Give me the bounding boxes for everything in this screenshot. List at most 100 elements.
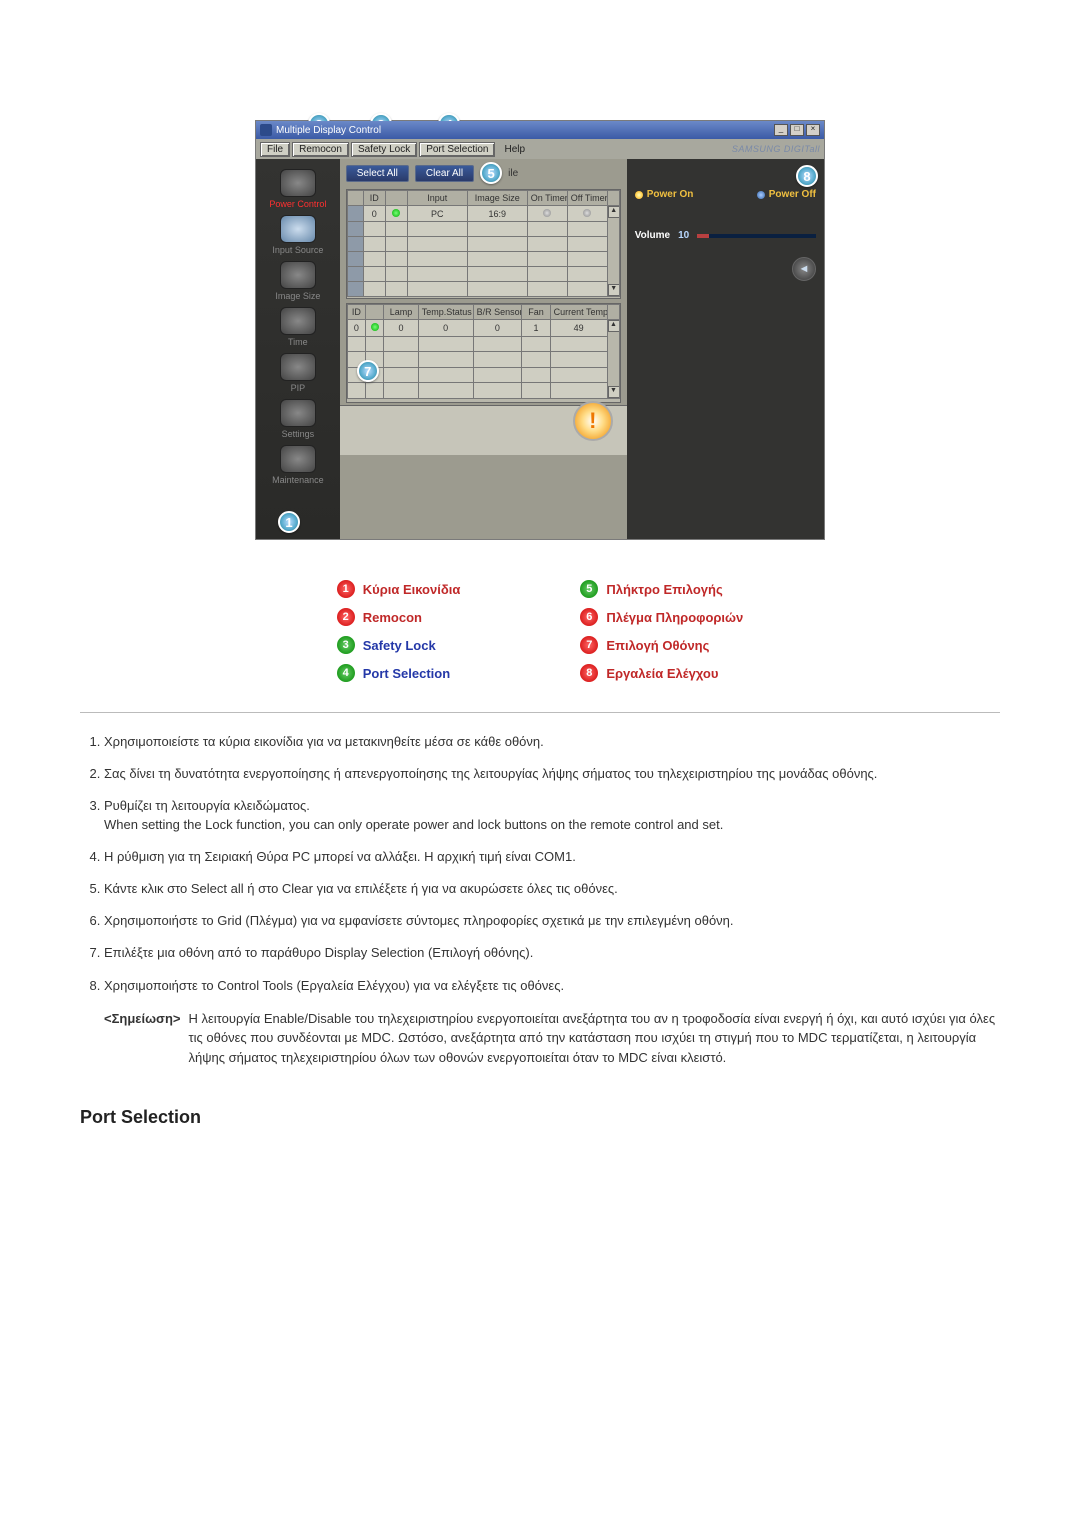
select-all-button[interactable]: Select All <box>346 165 409 182</box>
note-1: Χρησιμοποιείστε τα κύρια εικονίδια για ν… <box>104 733 1000 751</box>
volume-value: 10 <box>678 230 689 241</box>
g1-id: 0 <box>363 206 385 222</box>
sidebar-time[interactable]: Time <box>263 307 333 347</box>
legend-badge-4: 4 <box>337 664 355 682</box>
g1-h-on: On Timer <box>527 191 567 206</box>
g1-ontimer <box>527 206 567 222</box>
g1-h-chk <box>347 191 363 206</box>
legend-badge-1: 1 <box>337 580 355 598</box>
sidebar-power-control[interactable]: Power Control <box>263 169 333 209</box>
power-off-button[interactable]: Power Off <box>757 189 816 200</box>
volume-label: Volume <box>635 230 670 241</box>
g1-h-id: ID <box>363 191 385 206</box>
titlebar: Multiple Display Control _ □ × <box>256 121 824 139</box>
legend-badge-5: 5 <box>580 580 598 598</box>
menu-remocon[interactable]: Remocon <box>292 142 349 157</box>
g2-fan: 1 <box>522 320 550 337</box>
menu-file[interactable]: File <box>260 142 290 157</box>
note-key: <Σημείωση> <box>104 1009 180 1068</box>
power-off-label: Power Off <box>769 189 816 200</box>
g1-status <box>385 206 407 222</box>
grid-bottom: ID Lamp Temp.Status B/R Sensor Fan Curre… <box>346 303 621 403</box>
g2-row-0[interactable]: 0 0 0 0 1 49 ▲ <box>347 320 619 337</box>
sidebar: Power Control Input Source Image Size Ti… <box>256 159 340 539</box>
power-on-dot <box>635 191 643 199</box>
time-icon <box>280 307 316 335</box>
g1-offtimer <box>567 206 607 222</box>
legend-label-3: Safety Lock <box>363 638 436 653</box>
menu-help[interactable]: Help <box>497 142 532 157</box>
grid-top: ID Input Image Size On Timer Off Timer <box>346 189 621 299</box>
note-3a: Ρυθμίζει τη λειτουργία κλειδώματος. <box>104 798 310 813</box>
g1-h-off: Off Timer <box>567 191 607 206</box>
callout-7: 7 <box>357 360 379 382</box>
scrollbar-2[interactable]: ▲ ▼ <box>608 320 620 398</box>
power-on-label: Power On <box>647 189 694 200</box>
legend-item-5: 5 Πλήκτρο Επιλογής <box>580 580 743 598</box>
volume-slider[interactable] <box>697 234 816 238</box>
note-3: Ρυθμίζει τη λειτουργία κλειδώματος. When… <box>104 797 1000 833</box>
sidebar-settings[interactable]: Settings <box>263 399 333 439</box>
legend-label-1: Κύρια Εικονίδια <box>363 582 461 597</box>
g2-h-lamp: Lamp <box>384 305 419 320</box>
scrollbar[interactable]: ▲ ▼ <box>608 206 620 296</box>
toolbar-suffix: ile <box>508 168 518 179</box>
footer-bar <box>340 405 627 455</box>
menubar: File Remocon Safety Lock Port Selection … <box>256 139 824 159</box>
sidebar-image-size[interactable]: Image Size <box>263 261 333 301</box>
legend-badge-3: 3 <box>337 636 355 654</box>
warning-icon <box>573 401 613 441</box>
legend-item-8: 8 Εργαλεία Ελέγχου <box>580 664 743 682</box>
menu-port-selection[interactable]: Port Selection <box>419 142 495 157</box>
power-icon <box>280 169 316 197</box>
clear-all-button[interactable]: Clear All <box>415 165 474 182</box>
close-button[interactable]: × <box>806 124 820 136</box>
g2-st <box>366 320 384 337</box>
minimize-button[interactable]: _ <box>774 124 788 136</box>
g1-input: PC <box>407 206 467 222</box>
sidebar-maintenance[interactable]: Maintenance <box>263 445 333 485</box>
legend-badge-2: 2 <box>337 608 355 626</box>
callout-1: 1 <box>278 511 300 533</box>
g2-br: 0 <box>473 320 522 337</box>
legend-item-7: 7 Επιλογή Οθόνης <box>580 636 743 654</box>
legend-label-8: Εργαλεία Ελέγχου <box>606 666 718 681</box>
brand-label: SAMSUNG DIGITall <box>732 144 820 154</box>
note-3b: When setting the Lock function, you can … <box>104 817 723 832</box>
note-4: Η ρύθμιση για τη Σειριακή Θύρα PC μπορεί… <box>104 848 1000 866</box>
timer-dot <box>543 209 551 217</box>
legend-item-4: 4 Port Selection <box>337 664 461 682</box>
sidebar-pip[interactable]: PIP <box>263 353 333 393</box>
legend-item-3: 3 Safety Lock <box>337 636 461 654</box>
legend-label-7: Επιλογή Οθόνης <box>606 638 709 653</box>
scroll-up-2[interactable]: ▲ <box>608 320 620 332</box>
maximize-button[interactable]: □ <box>790 124 804 136</box>
app-window: 2 3 4 Multiple Display Control _ □ × Fil… <box>255 120 825 540</box>
legend-badge-8: 8 <box>580 664 598 682</box>
scroll-up[interactable]: ▲ <box>608 206 620 218</box>
legend-label-4: Port Selection <box>363 666 450 681</box>
legend-label-2: Remocon <box>363 610 422 625</box>
g1-checkbox[interactable] <box>347 206 363 222</box>
scroll-down[interactable]: ▼ <box>608 284 620 296</box>
scroll-down-2[interactable]: ▼ <box>608 386 620 398</box>
sidebar-power-label: Power Control <box>263 199 333 209</box>
sidebar-input-source[interactable]: Input Source <box>263 215 333 255</box>
legend-badge-6: 6 <box>580 608 598 626</box>
input-icon <box>280 215 316 243</box>
legend: 1 Κύρια Εικονίδια 2 Remocon 3 Safety Loc… <box>80 580 1000 682</box>
g2-h-st <box>366 305 384 320</box>
legend-label-6: Πλέγμα Πληροφοριών <box>606 610 743 625</box>
menu-safety-lock[interactable]: Safety Lock <box>351 142 417 157</box>
toolbar: Select All Clear All 5 ile <box>340 159 627 187</box>
legend-item-2: 2 Remocon <box>337 608 461 626</box>
speaker-icon[interactable]: ◄ <box>792 257 816 281</box>
g2-temp: 0 <box>418 320 473 337</box>
side-panel: 8 Power On Power Off Volume 10 <box>627 159 824 539</box>
power-on-button[interactable]: Power On <box>635 189 694 200</box>
g2-h-cur: Current Temp. <box>550 305 607 320</box>
status-dot-green <box>371 323 379 331</box>
app-icon <box>260 124 272 136</box>
g2-h-fan: Fan <box>522 305 550 320</box>
g1-row-0[interactable]: 0 PC 16:9 ▲ ▼ <box>347 206 619 222</box>
